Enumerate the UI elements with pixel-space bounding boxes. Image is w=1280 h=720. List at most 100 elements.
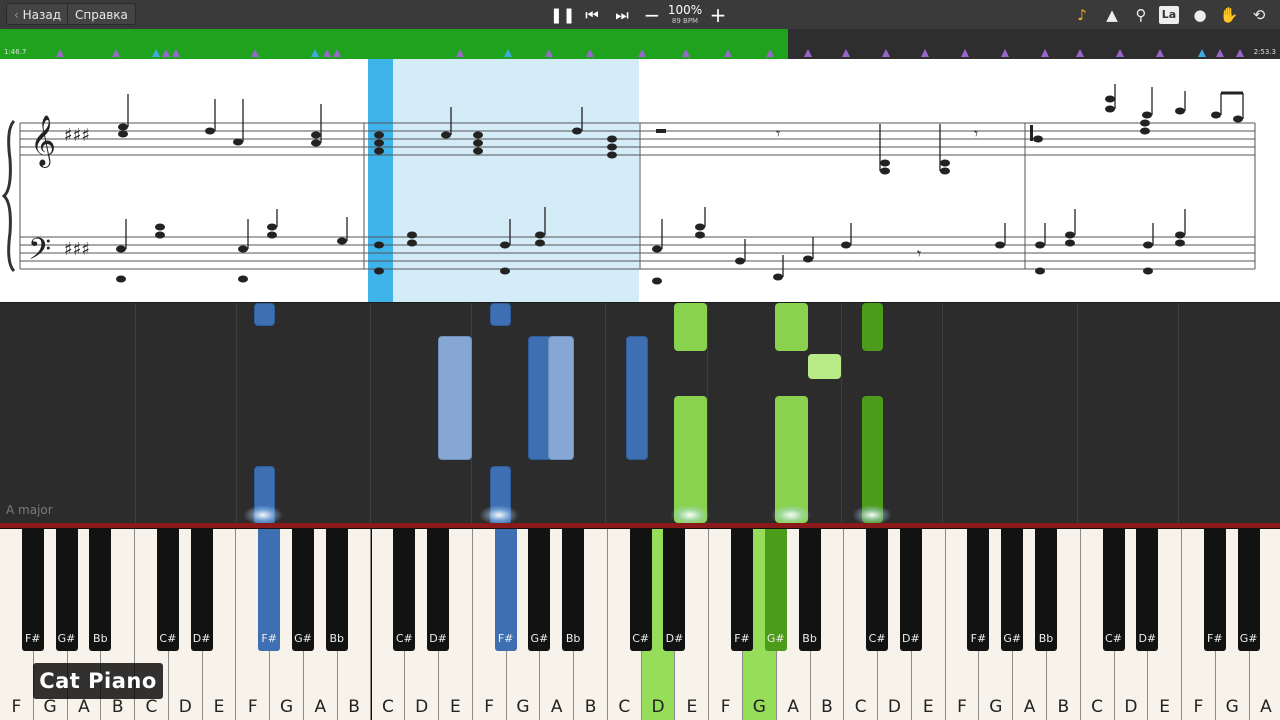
key-label: F# [497,632,514,645]
piano-keyboard[interactable]: FGABCDEFGABCDEFGABCDEFGABCDEFGABCDEFGA F… [0,523,1280,720]
svg-text:♯♯♯: ♯♯♯ [64,239,90,260]
key-label: C [618,697,631,717]
black-key[interactable]: F# [1203,529,1226,651]
black-key[interactable]: D# [1136,529,1159,651]
key-label: F [957,697,967,717]
key-label: A [1023,697,1036,717]
falling-note [548,336,574,460]
key-label: G [752,697,766,717]
skip-back-icon[interactable]: ⏮ [581,4,603,26]
staff-notation: 𝄞 𝄢 ♯♯♯ ♯♯♯ 𝄾 𝄾 𝄾 [1,84,1256,285]
key-label: E [450,697,461,717]
black-key[interactable]: G# [764,529,787,651]
black-key[interactable]: G# [528,529,551,651]
timeline-marker [333,49,341,57]
black-key[interactable]: G# [1001,529,1024,651]
channel-logo: Cat Piano [33,663,163,699]
key-label: B [348,697,360,717]
black-key[interactable]: F# [731,529,753,651]
timeline-marker [323,49,331,57]
black-key[interactable]: Bb [562,529,585,651]
timeline-marker [162,49,170,57]
black-key[interactable]: F# [494,529,517,651]
timeline-marker [251,49,259,57]
black-key[interactable]: D# [663,529,686,651]
falling-note [862,396,883,523]
key-label: G# [294,632,312,645]
black-key[interactable]: G# [291,529,314,651]
key-label: E [213,697,225,717]
key-label: G# [530,632,549,645]
key-label: A [550,697,563,717]
falling-note [862,303,883,351]
key-label: G# [766,632,785,645]
timeline-marker [56,49,64,57]
black-key[interactable]: C# [1102,529,1125,651]
key-label: C# [159,632,177,645]
black-key[interactable]: C# [866,529,889,651]
black-key[interactable]: C# [156,529,179,651]
black-key[interactable]: Bb [798,529,821,651]
black-key[interactable]: D# [899,529,922,651]
pause-icon[interactable]: ❚❚ [550,4,575,26]
black-key[interactable]: C# [393,529,416,651]
note-hit-glow [852,505,892,525]
key-label: C# [632,632,650,645]
black-key[interactable]: D# [190,529,213,651]
black-key[interactable]: Bb [325,529,348,651]
timeline-marker [638,49,646,57]
hand-icon[interactable]: ✋ [1218,4,1240,26]
help-button[interactable]: Справка [67,3,136,25]
timeline-marker [766,49,774,57]
tempo-increase-button[interactable]: + [707,4,729,26]
key-label: B [821,697,833,717]
end-time: 2:53.3 [1253,48,1276,56]
svg-text:𝄾: 𝄾 [917,244,921,263]
black-key[interactable]: F# [21,529,44,651]
black-key[interactable]: F# [967,529,990,651]
black-key[interactable]: G# [1237,529,1260,651]
key-label: B [584,697,597,717]
svg-text:𝄾: 𝄾 [776,124,780,143]
key-label: E [922,697,934,717]
keyboard-top-bar [0,523,1280,528]
timeline-marker [1001,49,1009,57]
timeline-marker [1041,49,1049,57]
timeline-marker [504,49,512,57]
start-time: 1:46.7 [4,48,27,56]
key-label: A [787,697,799,717]
black-key[interactable]: F# [258,529,281,651]
svg-text:𝄾: 𝄾 [974,124,978,143]
note-names-icon[interactable]: La [1159,6,1179,24]
back-button[interactable]: ‹ Назад [6,3,70,25]
note-hit-glow [771,505,811,525]
timeline-marker [882,49,890,57]
timeline-marker [545,49,553,57]
timeline-marker [311,49,319,57]
key-label: Bb [1038,632,1054,645]
key-label: Bb [329,632,344,645]
tempo-decrease-button[interactable]: − [641,4,663,26]
sheet-music[interactable]: 𝄞 𝄢 ♯♯♯ ♯♯♯ 𝄾 𝄾 𝄾 [0,59,1280,302]
toolbar: ‹ Назад Справка ❚❚ ⏮ ⏭ − 100% 89 BPM + ♪… [0,0,1280,30]
skip-forward-icon[interactable]: ⏭ [611,4,633,26]
black-key[interactable]: Bb [89,529,112,651]
key-label: Bb [565,632,581,645]
loop-icon[interactable]: ⟲ [1248,4,1270,26]
timeline-marker [1116,49,1124,57]
key-label: D [178,697,192,717]
music-note-icon[interactable]: ♪ [1071,4,1093,26]
falling-note [775,303,808,351]
black-key[interactable]: D# [427,529,450,651]
black-key[interactable]: Bb [1034,529,1057,651]
key-label: E [686,697,698,717]
location-pin-icon[interactable]: ● [1189,4,1211,26]
search-icon[interactable]: ⚲ [1130,4,1152,26]
key-label: G# [1003,632,1022,645]
black-key[interactable]: C# [629,529,652,651]
chevron-left-icon: ‹ [14,8,23,22]
black-key[interactable]: G# [55,529,78,651]
metronome-icon[interactable]: ▲ [1101,4,1123,26]
key-label: F# [1207,632,1223,645]
zoom-percent: 100% [667,3,703,17]
